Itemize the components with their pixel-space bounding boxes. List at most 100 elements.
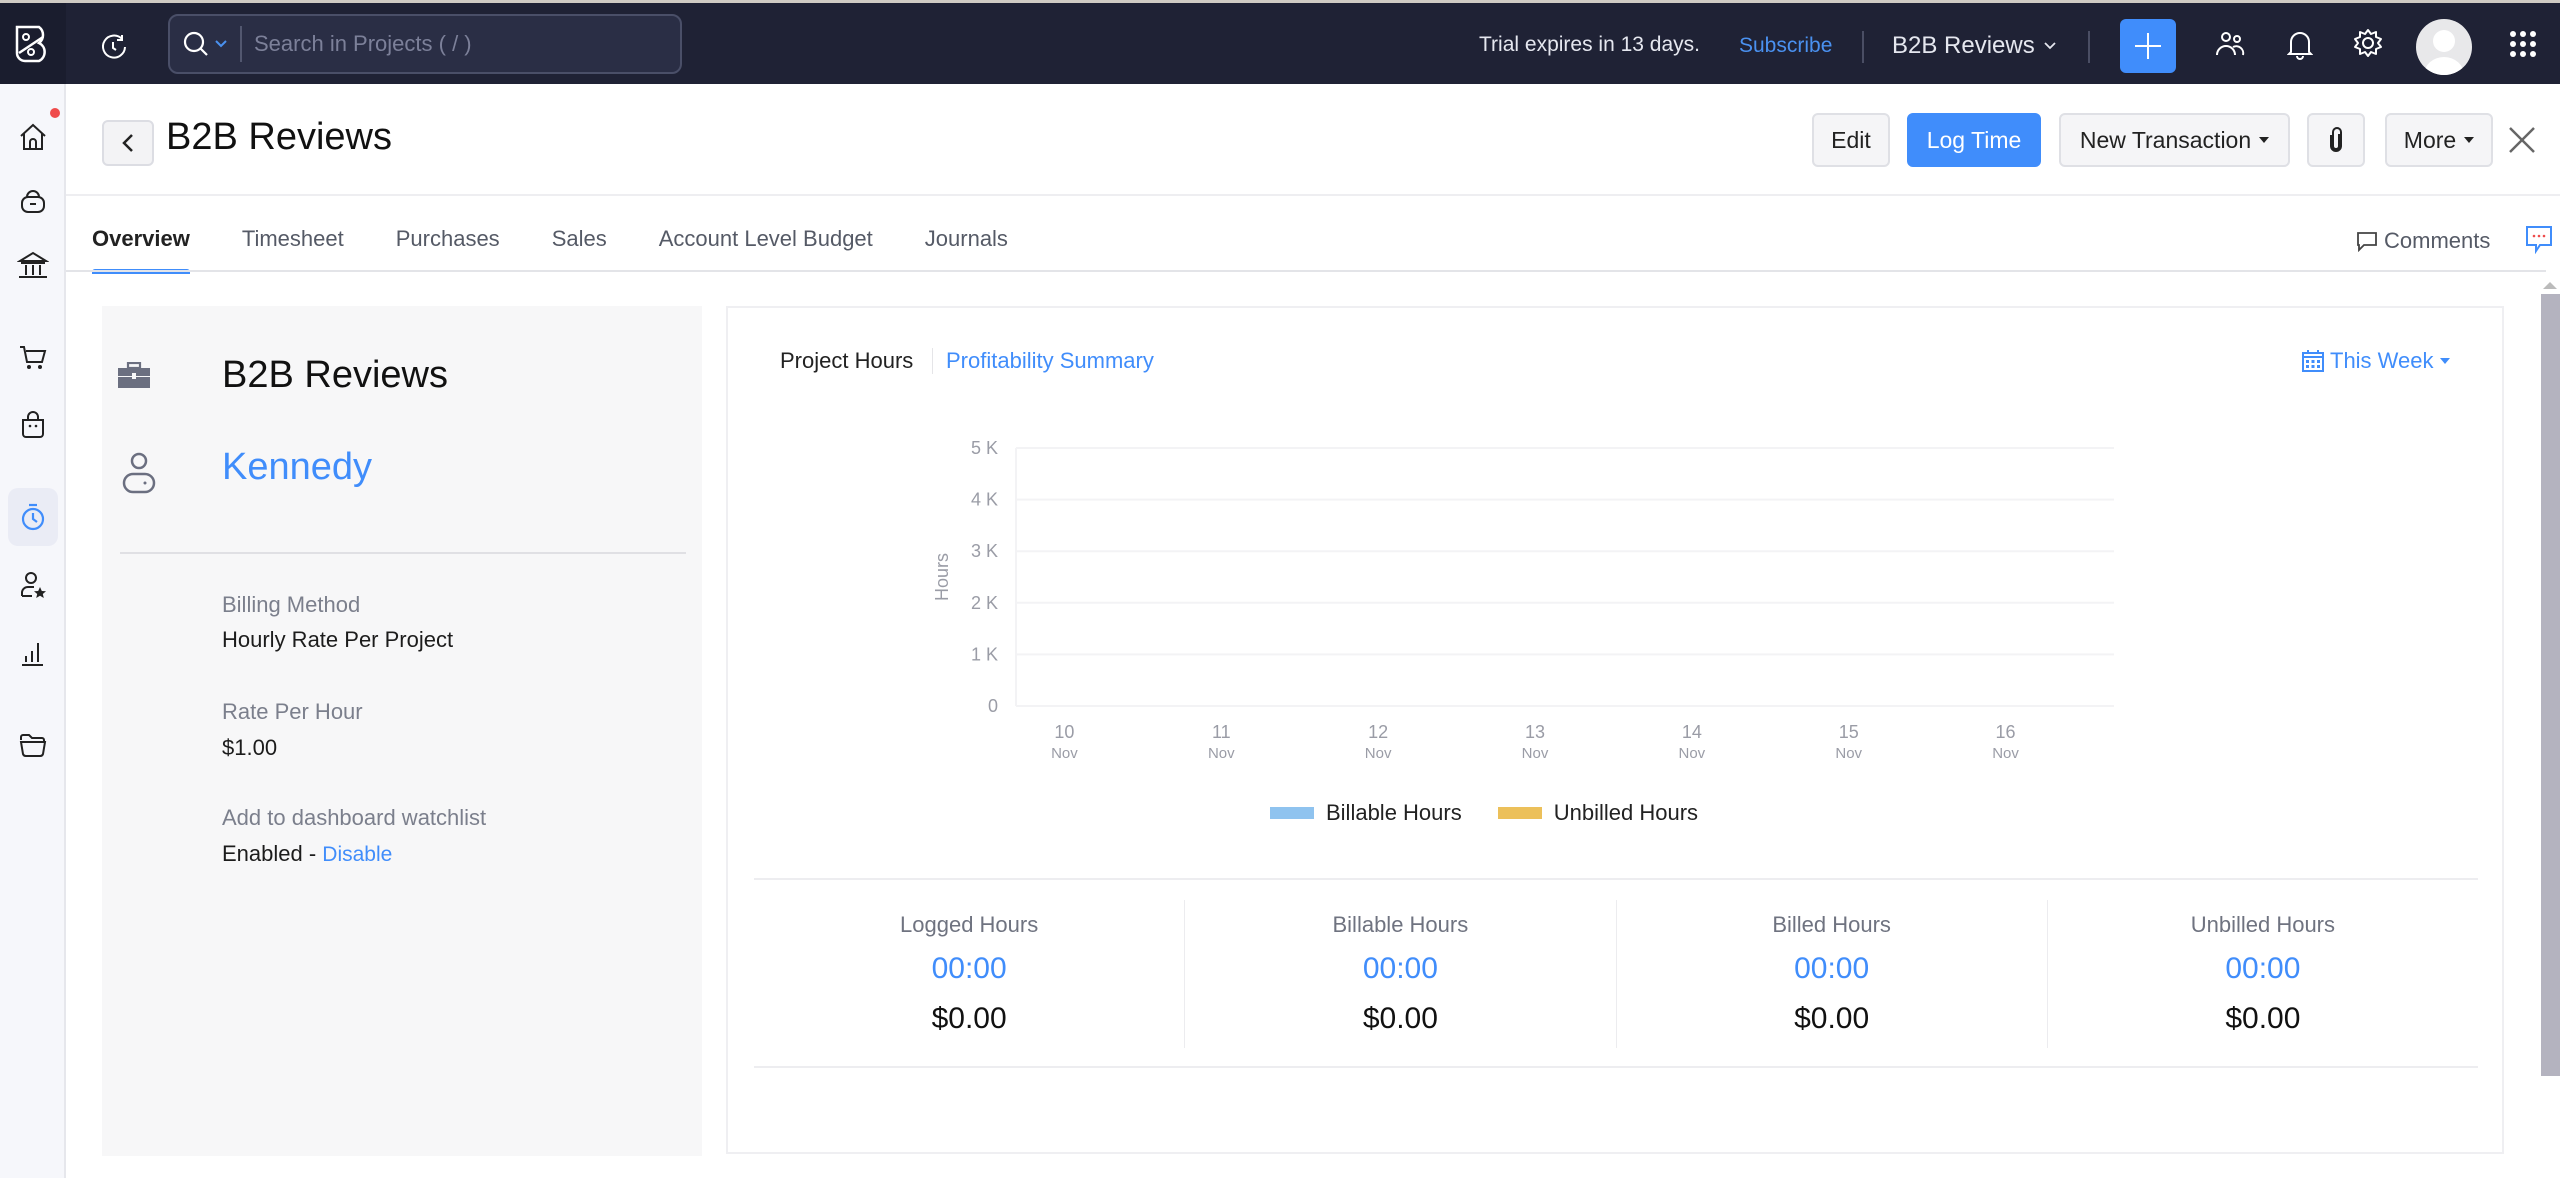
top-bar: Trial expires in 13 days. Subscribe B2B … xyxy=(0,0,2560,84)
chat-icon[interactable] xyxy=(2524,224,2554,254)
app-logo[interactable] xyxy=(0,3,66,84)
sidebar-item-banking[interactable] xyxy=(8,236,58,294)
billing-method-label: Billing Method xyxy=(222,592,361,617)
scrollbar-thumb[interactable] xyxy=(2541,294,2560,1076)
x-tick-label-month: Nov xyxy=(1522,745,1549,762)
tab-purchases[interactable]: Purchases xyxy=(396,226,500,264)
divider xyxy=(932,348,933,374)
rate-per-hour-label: Rate Per Hour xyxy=(222,699,363,724)
stat-amount: $0.00 xyxy=(2225,1002,2301,1035)
x-tick-label-month: Nov xyxy=(1208,745,1235,762)
organization-name: B2B Reviews xyxy=(1892,32,2035,59)
gear-icon[interactable] xyxy=(2352,27,2384,59)
legend-item-billable[interactable]: Billable Hours xyxy=(1270,800,1462,826)
tab-timesheet[interactable]: Timesheet xyxy=(242,226,344,264)
avatar[interactable] xyxy=(2416,19,2472,75)
tab-overview[interactable]: Overview xyxy=(92,226,190,274)
header-divider xyxy=(66,194,2560,196)
subscribe-link[interactable]: Subscribe xyxy=(1739,34,1832,58)
sidebar-item-accountant[interactable] xyxy=(8,556,58,614)
legend-label-unbilled: Unbilled Hours xyxy=(1553,800,1699,825)
disable-watchlist-link[interactable]: Disable xyxy=(322,843,392,866)
sidebar-item-documents[interactable] xyxy=(8,716,58,774)
cart-icon xyxy=(20,346,47,369)
search-scope-selector[interactable] xyxy=(170,26,242,62)
x-tick-label-day: 15 xyxy=(1839,722,1859,742)
sidebar-item-home[interactable] xyxy=(8,108,58,166)
watchlist-status: Enabled - Disable xyxy=(222,841,392,867)
sidebar-item-sales[interactable] xyxy=(8,328,58,386)
project-name: B2B Reviews xyxy=(222,354,448,396)
basket-icon xyxy=(21,190,45,213)
app-grid-icon[interactable] xyxy=(2508,29,2538,59)
tab-profitability-summary[interactable]: Profitability Summary xyxy=(946,348,1154,374)
user-star-icon xyxy=(21,572,46,598)
back-button[interactable] xyxy=(102,120,154,166)
legend-item-unbilled[interactable]: Unbilled Hours xyxy=(1497,800,1699,826)
briefcase-icon xyxy=(118,362,150,388)
sidebar-item-purchases[interactable] xyxy=(8,396,58,454)
stat-billable-hours: Billable Hours 00:00 $0.00 xyxy=(1185,900,1617,1048)
new-transaction-button[interactable]: New Transaction xyxy=(2059,113,2290,167)
search-input[interactable] xyxy=(242,31,662,57)
x-tick-label-month: Nov xyxy=(1679,745,1706,762)
calendar-icon xyxy=(2302,350,2324,372)
app-logo-icon xyxy=(15,25,46,62)
caret-down-icon xyxy=(2259,137,2270,143)
trial-notice: Trial expires in 13 days. xyxy=(1479,33,1700,56)
x-tick-label-month: Nov xyxy=(1365,745,1392,762)
divider xyxy=(754,1066,2478,1068)
tabs-divider xyxy=(66,270,2546,272)
more-button[interactable]: More xyxy=(2385,113,2493,167)
period-selector[interactable]: This Week xyxy=(2302,348,2450,374)
comment-icon xyxy=(2357,232,2377,252)
comments-label: Comments xyxy=(2384,228,2491,253)
stat-hours[interactable]: 00:00 xyxy=(1617,952,2047,986)
sidebar-item-time-tracking[interactable] xyxy=(8,488,58,546)
legend-label-billable: Billable Hours xyxy=(1326,800,1462,825)
attachment-button[interactable] xyxy=(2307,113,2365,167)
paperclip-icon xyxy=(2330,127,2342,152)
tab-account-level-budget[interactable]: Account Level Budget xyxy=(659,226,873,264)
users-icon[interactable] xyxy=(2214,27,2246,59)
y-axis-title: Hours xyxy=(932,553,952,601)
caret-down-icon xyxy=(2439,358,2450,364)
billing-method-value: Hourly Rate Per Project xyxy=(222,627,454,652)
x-tick-label-day: 16 xyxy=(1996,722,2016,742)
y-tick-label: 1 K xyxy=(971,644,998,664)
shopping-bag-icon xyxy=(22,411,44,438)
organization-switcher[interactable]: B2B Reviews xyxy=(1892,32,2057,60)
tab-project-hours[interactable]: Project Hours xyxy=(780,348,913,374)
sidebar-item-reports[interactable] xyxy=(8,624,58,682)
comments-button[interactable]: Comments xyxy=(2356,228,2490,254)
tab-journals[interactable]: Journals xyxy=(925,226,1008,264)
plus-icon xyxy=(2135,33,2161,59)
stat-unbilled-hours: Unbilled Hours 00:00 $0.00 xyxy=(2048,900,2478,1048)
stat-label: Logged Hours xyxy=(900,912,1039,937)
new-transaction-label: New Transaction xyxy=(2079,126,2252,153)
bell-icon[interactable] xyxy=(2284,27,2316,61)
customer-name-link[interactable]: Kennedy xyxy=(222,446,372,489)
watchlist-value: Enabled - xyxy=(222,841,323,866)
stat-hours[interactable]: 00:00 xyxy=(754,952,1184,986)
stat-hours[interactable]: 00:00 xyxy=(2048,952,2478,986)
tab-sales[interactable]: Sales xyxy=(552,226,607,264)
period-label: This Week xyxy=(2330,348,2434,373)
stat-billed-hours: Billed Hours 00:00 $0.00 xyxy=(1617,900,2048,1048)
caret-down-icon xyxy=(2464,137,2475,143)
divider xyxy=(2088,31,2090,63)
hours-panel: Project Hours Profitability Summary This… xyxy=(726,306,2504,1154)
stat-hours[interactable]: 00:00 xyxy=(1185,952,1615,986)
log-time-button[interactable]: Log Time xyxy=(1907,113,2041,167)
recent-activity-icon[interactable] xyxy=(96,29,132,65)
page-title: B2B Reviews xyxy=(166,116,392,158)
notification-dot xyxy=(50,108,60,118)
close-icon[interactable] xyxy=(2504,122,2540,158)
stat-label: Billed Hours xyxy=(1772,912,1891,937)
quick-create-button[interactable] xyxy=(2120,19,2176,73)
scroll-up-arrow[interactable] xyxy=(2543,282,2557,289)
sidebar-item-items[interactable] xyxy=(8,172,58,230)
legend-swatch-unbilled xyxy=(1497,807,1542,819)
edit-button[interactable]: Edit xyxy=(1812,113,1890,167)
home-icon xyxy=(20,123,46,150)
